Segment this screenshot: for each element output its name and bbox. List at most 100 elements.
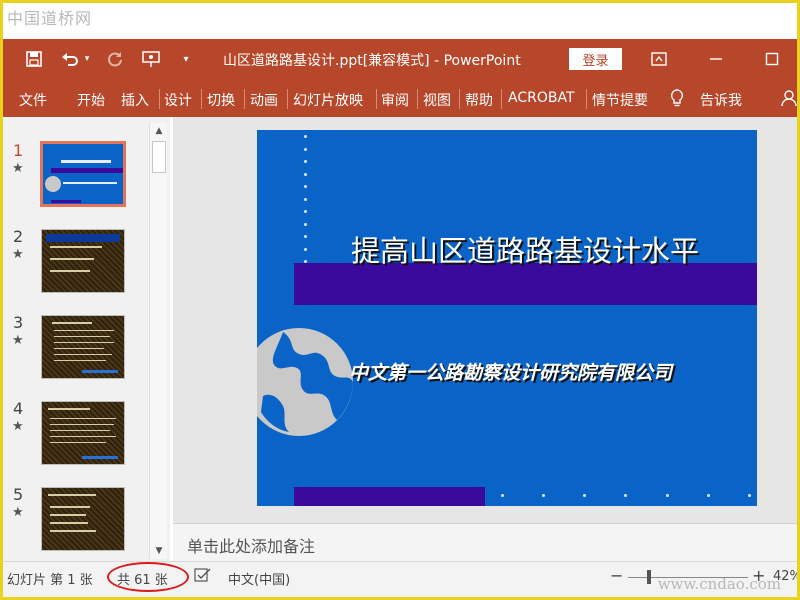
minimize-icon[interactable] bbox=[703, 47, 729, 71]
thumb-text-line bbox=[48, 408, 90, 410]
tell-me-box[interactable]: 告诉我 bbox=[700, 90, 742, 110]
thumb-text-line bbox=[50, 530, 96, 532]
tab-divider bbox=[244, 89, 245, 109]
slide-title[interactable]: 提高山区道路路基设计水平 bbox=[351, 228, 699, 270]
thumb-text-line bbox=[50, 430, 110, 431]
tab-design[interactable]: 设计 bbox=[164, 90, 192, 110]
title-bar: ▾ ▾ 山区道路路基设计.ppt[兼容模式] - PowerPoint 登录 bbox=[3, 39, 797, 79]
tab-divider bbox=[417, 89, 418, 109]
animation-star-icon: ★ bbox=[12, 333, 24, 348]
tab-storyboard[interactable]: 情节提要 bbox=[592, 90, 648, 110]
thumb-band bbox=[51, 168, 123, 173]
thumb-text-line bbox=[50, 522, 88, 524]
thumbnail-number: 2 bbox=[13, 227, 24, 246]
tab-divider bbox=[287, 89, 288, 109]
thumb-text-line bbox=[52, 322, 92, 324]
tab-home[interactable]: 开始 bbox=[77, 90, 105, 110]
slide-thumbnail-1[interactable] bbox=[40, 141, 126, 207]
thumb-accent bbox=[82, 456, 118, 459]
tab-divider bbox=[586, 89, 587, 109]
slide-thumbnail-2[interactable] bbox=[41, 229, 125, 293]
animation-star-icon: ★ bbox=[12, 505, 24, 520]
thumb-header bbox=[46, 234, 120, 242]
thumbnail-number: 1 bbox=[13, 141, 24, 160]
tab-view[interactable]: 视图 bbox=[423, 90, 451, 110]
tab-file[interactable]: 文件 bbox=[19, 90, 47, 110]
thumb-text-line bbox=[50, 246, 102, 248]
thumb-text-line bbox=[50, 418, 116, 419]
present-from-start-icon[interactable] bbox=[139, 48, 165, 70]
slide-thumbnail-5[interactable] bbox=[41, 487, 125, 551]
thumbnail-number: 5 bbox=[13, 485, 24, 504]
notes-pane[interactable]: 单击此处添加备注 bbox=[173, 523, 797, 561]
screenshot-frame: 中国道桥网 ▾ ▾ 山区道路路基设计.ppt[兼容模式] - PowerPoin… bbox=[0, 0, 800, 600]
thumb-text-line bbox=[50, 506, 90, 508]
scroll-down-icon[interactable]: ▼ bbox=[150, 543, 168, 559]
zoom-slider-knob[interactable] bbox=[647, 570, 651, 584]
undo-icon[interactable] bbox=[59, 48, 81, 70]
animation-star-icon: ★ bbox=[12, 161, 24, 176]
animation-star-icon: ★ bbox=[12, 247, 24, 262]
tab-divider bbox=[201, 89, 202, 109]
slide-bottom-bar bbox=[294, 487, 485, 506]
thumb-text-line bbox=[54, 342, 114, 343]
tab-animations[interactable]: 动画 bbox=[250, 90, 278, 110]
save-icon[interactable] bbox=[23, 48, 45, 70]
ribbon-display-icon[interactable] bbox=[646, 47, 672, 71]
thumb-text-line bbox=[54, 354, 112, 355]
tab-divider bbox=[459, 89, 460, 109]
slide-subtitle[interactable]: 中文第一公路勘察设计研究院有限公司 bbox=[349, 358, 672, 385]
thumbnail-number: 3 bbox=[13, 313, 24, 332]
login-button[interactable]: 登录 bbox=[569, 48, 622, 70]
share-icon[interactable] bbox=[781, 89, 797, 111]
thumb-text-line bbox=[50, 442, 106, 443]
slide-thumbnail-3[interactable] bbox=[41, 315, 125, 379]
current-slide[interactable]: 提高山区道路路基设计水平 中文第一公路勘察设计研究院有限公司 bbox=[257, 130, 757, 506]
zoom-out-button[interactable]: − bbox=[610, 566, 623, 585]
watermark-bottom: www.cndao.com bbox=[657, 575, 781, 593]
animation-star-icon: ★ bbox=[12, 419, 24, 434]
tab-slideshow[interactable]: 幻灯片放映 bbox=[293, 90, 363, 110]
thumbnail-number: 4 bbox=[13, 399, 24, 418]
tab-divider bbox=[501, 89, 502, 109]
thumb-text-line bbox=[48, 494, 96, 496]
spellcheck-icon[interactable] bbox=[194, 567, 212, 587]
scrollbar-thumb[interactable] bbox=[152, 141, 166, 173]
thumb-text-line bbox=[50, 436, 116, 437]
tab-divider bbox=[159, 89, 160, 109]
slide-thumbnail-pane[interactable]: 1 ★ 2 ★ 3 ★ 4 ★ 5 ★ bbox=[3, 117, 170, 561]
thumb-globe bbox=[45, 176, 61, 192]
thumb-text-line bbox=[50, 258, 94, 260]
globe-icon bbox=[257, 328, 353, 436]
thumbnail-scrollbar[interactable]: ▲ ▼ bbox=[149, 123, 167, 559]
ribbon-tab-bar: 文件 开始 插入 设计 切换 动画 幻灯片放映 审阅 视图 帮助 ACROBAT… bbox=[3, 79, 797, 117]
thumb-text-line bbox=[50, 514, 86, 516]
window-title: 山区道路路基设计.ppt[兼容模式] - PowerPoint bbox=[223, 53, 521, 69]
thumb-subtitle-line bbox=[63, 182, 117, 184]
tab-help[interactable]: 帮助 bbox=[465, 90, 493, 110]
tab-insert[interactable]: 插入 bbox=[121, 90, 149, 110]
tab-review[interactable]: 审阅 bbox=[381, 90, 409, 110]
watermark-top: 中国道桥网 bbox=[7, 9, 93, 28]
tab-transitions[interactable]: 切换 bbox=[207, 90, 235, 110]
highlight-oval bbox=[107, 562, 189, 592]
thumb-text-line bbox=[50, 424, 114, 425]
thumb-bottom-bar bbox=[51, 200, 81, 203]
slide-position: 幻灯片 第 1 张 bbox=[7, 573, 93, 588]
thumb-title-line bbox=[61, 160, 111, 163]
thumb-text-line bbox=[54, 330, 114, 331]
thumb-accent bbox=[82, 370, 118, 373]
slide-dot-row bbox=[501, 494, 751, 498]
tab-divider bbox=[376, 89, 377, 109]
redo-icon[interactable] bbox=[104, 48, 126, 70]
notes-placeholder[interactable]: 单击此处添加备注 bbox=[187, 533, 315, 557]
scroll-up-icon[interactable]: ▲ bbox=[150, 123, 168, 139]
language-indicator[interactable]: 中文(中国) bbox=[228, 569, 290, 588]
customize-qat-icon[interactable]: ▾ bbox=[179, 48, 193, 70]
thumb-text-line bbox=[50, 270, 90, 272]
tab-acrobat[interactable]: ACROBAT bbox=[508, 90, 575, 106]
undo-dropdown-icon[interactable]: ▾ bbox=[81, 48, 93, 70]
maximize-icon[interactable] bbox=[759, 47, 785, 71]
slide-thumbnail-4[interactable] bbox=[41, 401, 125, 465]
lightbulb-icon[interactable] bbox=[669, 88, 685, 112]
